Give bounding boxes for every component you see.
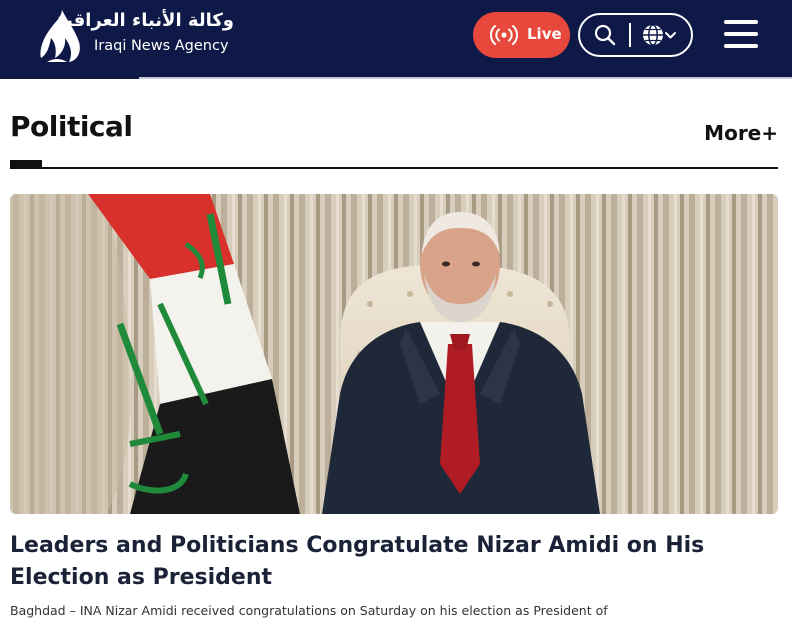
- article-photo: [10, 194, 778, 514]
- more-link[interactable]: More+: [704, 121, 778, 145]
- section-title: Political: [10, 110, 133, 143]
- broadcast-icon: [490, 25, 518, 45]
- article-title-link[interactable]: Leaders and Politicians Congratulate Niz…: [10, 530, 770, 594]
- brand-name-arabic: وكالة الأنباء العراقية: [55, 10, 234, 31]
- language-selector[interactable]: [642, 23, 678, 47]
- live-label: Live: [527, 25, 562, 43]
- live-button[interactable]: Live: [473, 12, 570, 58]
- hamburger-menu-icon[interactable]: [724, 20, 760, 50]
- site-header: وكالة الأنباء العراقية Iraqi News Agency…: [0, 0, 792, 77]
- chevron-down-icon: [665, 32, 676, 39]
- brand-name-english: Iraqi News Agency: [94, 38, 229, 54]
- nav-underline-active: [0, 77, 139, 79]
- nav-underline: [0, 77, 792, 79]
- header-tools: [578, 13, 693, 57]
- article-image[interactable]: [10, 194, 778, 514]
- globe-icon: [643, 24, 663, 46]
- article-excerpt: Baghdad – INA Nizar Amidi received congr…: [10, 603, 608, 618]
- section-divider: [10, 167, 778, 169]
- search-icon[interactable]: [594, 24, 616, 46]
- tools-divider: [629, 23, 631, 47]
